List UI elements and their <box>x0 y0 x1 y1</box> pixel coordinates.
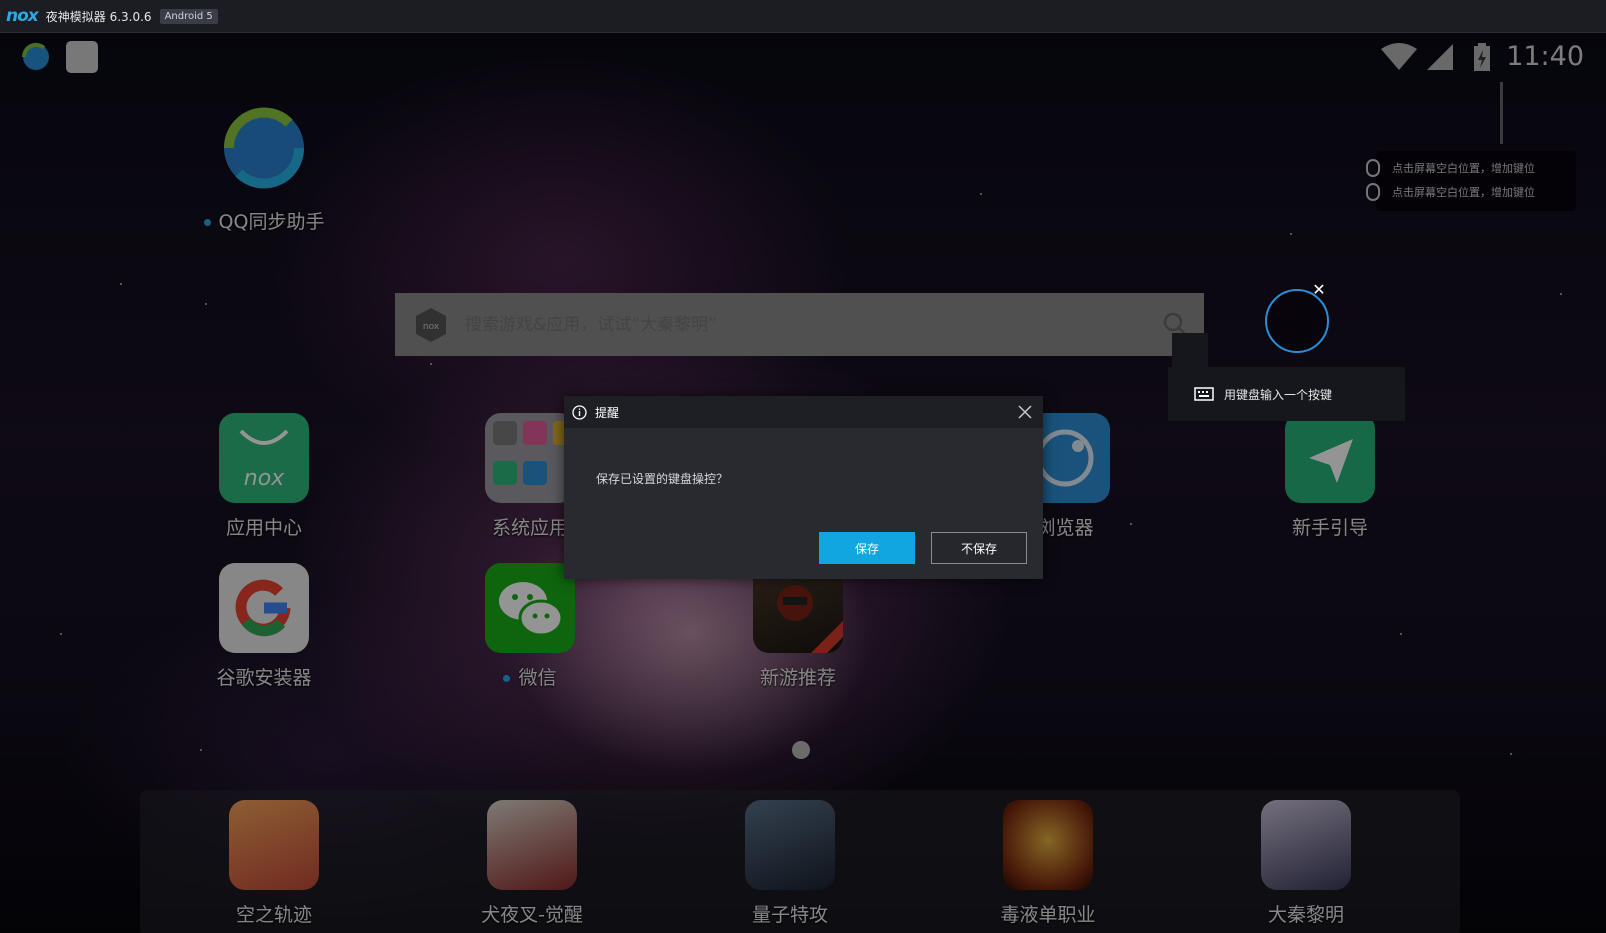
keyboard-icon <box>1194 387 1214 401</box>
dont-save-button[interactable]: 不保存 <box>931 532 1027 564</box>
dialog-close-icon[interactable] <box>1015 402 1035 422</box>
nox-logo: nox <box>6 6 39 26</box>
keyboard-tip-text: 用键盘输入一个按键 <box>1224 387 1333 402</box>
window-title: 夜神模拟器 6.3.0.6 <box>45 9 152 24</box>
tip-pointer <box>1172 333 1208 369</box>
save-button[interactable]: 保存 <box>819 532 915 564</box>
dialog-message: 保存已设置的键盘操控？ <box>596 472 729 486</box>
keyboard-tip: 用键盘输入一个按键 <box>1168 367 1405 421</box>
emulator-titlebar: nox 夜神模拟器 6.3.0.6 Android 5 <box>0 0 1606 33</box>
android-home-screen: 11:40 点击屏幕空白位置，增加键位 点击屏幕空白位置，增加键位 QQ同步助手… <box>0 33 1606 933</box>
save-keymap-dialog: 提醒 保存已设置的键盘操控？ 保存 不保存 <box>564 396 1043 579</box>
dialog-header: 提醒 <box>564 396 1043 428</box>
android-version-badge: Android 5 <box>159 8 218 24</box>
dialog-title: 提醒 <box>595 405 620 420</box>
key-mapping-close-icon[interactable]: ✕ <box>1310 281 1328 299</box>
info-icon <box>572 404 587 420</box>
